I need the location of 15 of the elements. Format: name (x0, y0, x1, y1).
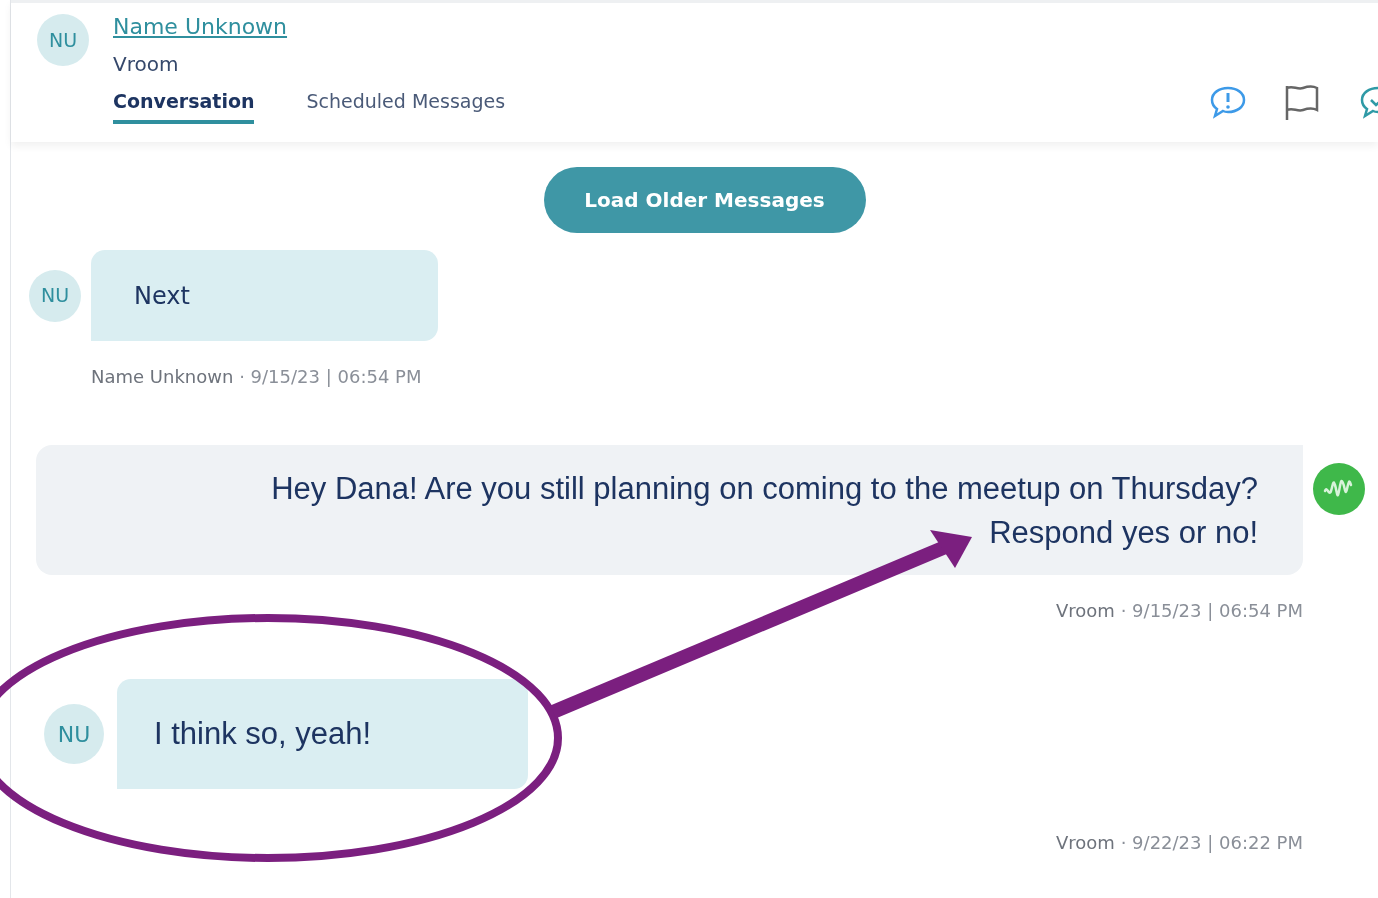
organization-name: Vroom (113, 51, 180, 78)
sender-avatar: NU (29, 269, 81, 322)
message-text: Hey Dana! Are you still planning on coming to the meetup on Thursday? Respond yes or no! (270, 470, 1258, 552)
message-meta: Vroom · 9/15/23 | 06:54 PM (1055, 599, 1303, 623)
message-text: Next (134, 280, 190, 312)
message-meta: Name Unknown · 9/15/23 | 06:54 PM (91, 365, 423, 389)
waveform-icon (1313, 463, 1365, 515)
message-text: I think so, yeah! (154, 714, 372, 753)
tab[interactable]: Scheduled Messages (306, 87, 506, 124)
alert-chat-icon[interactable] (1209, 84, 1247, 119)
message-meta: Vroom · 9/22/23 | 06:22 PM (1055, 831, 1303, 855)
tab[interactable]: Conversation (113, 87, 255, 124)
contact-avatar: NU (37, 14, 89, 66)
sender-avatar: NU (44, 704, 104, 764)
contact-name-link[interactable]: Name Unknown (113, 14, 288, 41)
